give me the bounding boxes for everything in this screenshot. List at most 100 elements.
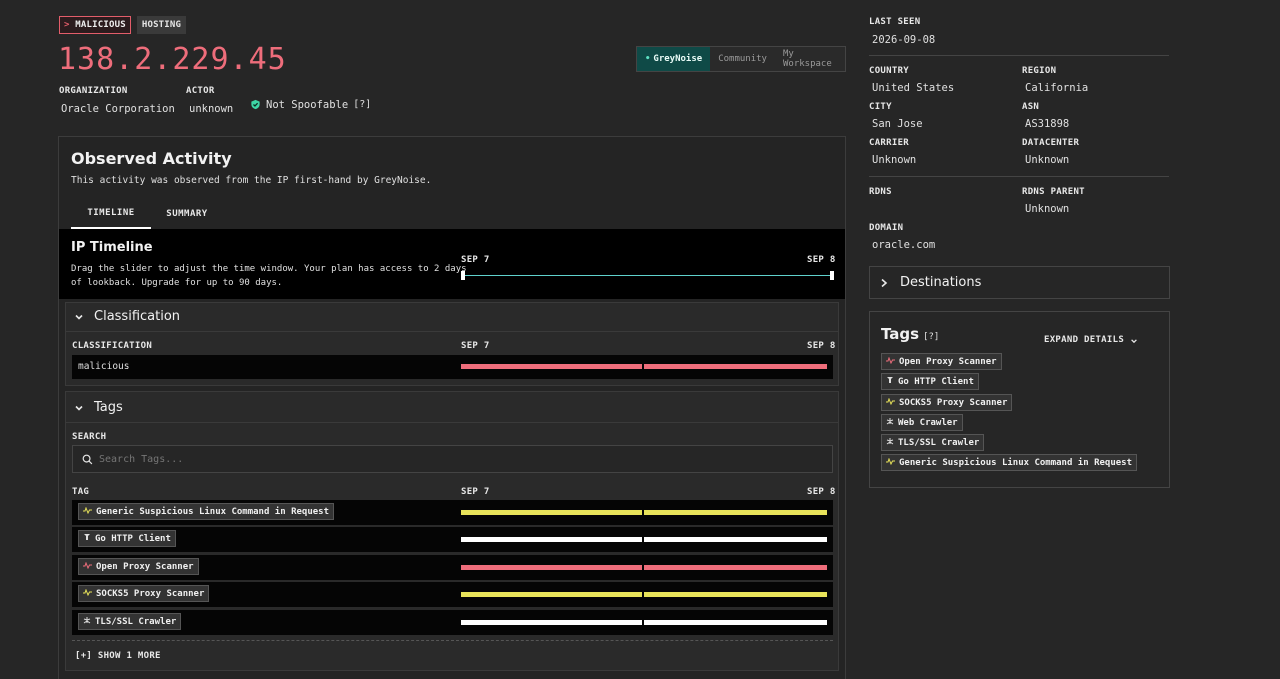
spider-icon xyxy=(83,616,91,627)
tag-chip[interactable]: Go HTTP Client xyxy=(881,373,979,390)
show-more-button[interactable]: [+] SHOW 1 MORE xyxy=(75,651,161,661)
divider xyxy=(72,640,833,641)
tag-chip[interactable]: SOCKS5 Proxy Scanner xyxy=(881,394,1013,411)
timeline-slider-start-handle[interactable] xyxy=(461,271,465,280)
spoofable-status: Not Spoofable [?] xyxy=(250,95,371,114)
datacenter-label: DATACENTER xyxy=(1022,138,1080,148)
carrier-value: Unknown xyxy=(872,154,917,166)
domain-value: oracle.com xyxy=(872,239,936,251)
tag-bar xyxy=(461,565,642,570)
classification-badges: > MALICIOUS HOSTING xyxy=(59,16,187,34)
asn-label: ASN xyxy=(1022,102,1040,112)
tags-header[interactable]: Tags xyxy=(65,393,839,423)
tag-chip[interactable]: Generic Suspicious Linux Command in Requ… xyxy=(78,503,334,520)
spider-icon xyxy=(886,437,894,448)
tag-chip[interactable]: Open Proxy Scanner xyxy=(78,558,199,575)
timeline-slider-track[interactable] xyxy=(463,275,832,276)
tag-bar xyxy=(644,592,827,597)
expand-details-button[interactable]: EXPAND DETAILS xyxy=(1044,330,1138,349)
tag-bar xyxy=(461,592,642,597)
malicious-badge: > MALICIOUS xyxy=(59,16,131,34)
activity-icon xyxy=(83,506,92,517)
tags-search-label: SEARCH xyxy=(72,432,107,442)
country-label: COUNTRY xyxy=(869,66,910,76)
organization-label: ORGANIZATION xyxy=(59,86,128,96)
chevron-down-icon xyxy=(1130,330,1138,349)
country-value: United States xyxy=(872,82,955,94)
observed-activity-title: Observed Activity xyxy=(71,149,232,168)
chevron-down-icon xyxy=(74,398,84,417)
chevron-right-icon xyxy=(880,273,888,292)
spoofable-label: Not Spoofable xyxy=(266,98,349,111)
tags-end-label: SEP 8 xyxy=(807,487,836,497)
carrier-label: CARRIER xyxy=(869,138,910,148)
last-seen-value: 2026-09-08 xyxy=(872,34,936,46)
search-icon xyxy=(82,450,93,469)
spider-icon xyxy=(886,417,894,428)
tag-chip[interactable]: Generic Suspicious Linux Command in Requ… xyxy=(881,454,1137,471)
tab-summary[interactable]: SUMMARY xyxy=(151,199,223,229)
asn-value: AS31898 xyxy=(1025,118,1070,130)
rdns-parent-label: RDNS PARENT xyxy=(1022,187,1085,197)
last-seen-label: LAST SEEN xyxy=(869,17,921,27)
tab-timeline[interactable]: TIMELINE xyxy=(71,199,151,229)
classification-value: malicious xyxy=(78,361,130,372)
ip-timeline-description: Drag the slider to adjust the time windo… xyxy=(71,264,467,288)
tag-chip[interactable]: Web Crawler xyxy=(881,414,963,431)
tag-bar xyxy=(644,537,827,542)
source-community[interactable]: Community xyxy=(710,47,775,71)
timeline-start-label: SEP 7 xyxy=(461,255,490,265)
tag-bar xyxy=(461,510,642,515)
right-tags-title: Tags xyxy=(881,325,920,343)
rdns-parent-value: Unknown xyxy=(1025,203,1070,215)
classification-bar-day1 xyxy=(461,364,642,369)
destinations-accordion[interactable]: Destinations xyxy=(869,266,1170,299)
timeline-end-label: SEP 8 xyxy=(807,255,836,265)
source-toggle: • GreyNoise Community My Workspace xyxy=(636,46,846,72)
classification-end-label: SEP 8 xyxy=(807,341,836,351)
classification-column-label: CLASSIFICATION xyxy=(72,341,153,351)
tool-icon xyxy=(83,533,91,544)
tag-chip[interactable]: TLS/SSL Crawler xyxy=(78,613,182,630)
hosting-badge: HOSTING xyxy=(136,16,187,34)
pulse-icon xyxy=(886,356,895,367)
source-greynoise[interactable]: • GreyNoise xyxy=(637,47,711,71)
activity-icon xyxy=(886,457,895,468)
classification-start-label: SEP 7 xyxy=(461,341,490,351)
classification-header[interactable]: Classification xyxy=(65,302,839,332)
classification-title: Classification xyxy=(94,309,181,324)
tags-search-box xyxy=(72,445,833,473)
organization-value: Oracle Corporation xyxy=(61,103,175,115)
activity-icon xyxy=(83,588,92,599)
tag-chip[interactable]: Open Proxy Scanner xyxy=(881,353,1002,370)
tags-start-label: SEP 7 xyxy=(461,487,490,497)
rdns-label: RDNS xyxy=(869,187,892,197)
classification-bar-day2 xyxy=(644,364,827,369)
right-tags-help[interactable]: [?] xyxy=(923,332,939,342)
tag-bar xyxy=(461,620,642,625)
tags-column-label: TAG xyxy=(72,487,90,497)
spoofable-help[interactable]: [?] xyxy=(353,99,371,110)
ip-address: 138.2.229.45 xyxy=(58,42,287,77)
datacenter-value: Unknown xyxy=(1025,154,1070,166)
tag-bar xyxy=(644,510,827,515)
timeline-slider-end-handle[interactable] xyxy=(830,271,834,280)
activity-icon xyxy=(886,397,895,408)
shield-check-icon xyxy=(250,95,261,114)
source-my-workspace[interactable]: My Workspace xyxy=(775,47,845,71)
tag-bar xyxy=(461,537,642,542)
region-value: California xyxy=(1025,82,1089,94)
tag-chip[interactable]: SOCKS5 Proxy Scanner xyxy=(78,585,210,602)
tag-chip[interactable]: Go HTTP Client xyxy=(78,530,176,547)
divider xyxy=(869,176,1169,177)
tags-search-input[interactable] xyxy=(99,453,799,465)
observed-activity-subtitle: This activity was observed from the IP f… xyxy=(71,175,432,186)
tags-title: Tags xyxy=(94,400,123,415)
tag-chip[interactable]: TLS/SSL Crawler xyxy=(881,434,985,451)
ip-timeline-title: IP Timeline xyxy=(71,240,153,255)
tool-icon xyxy=(886,376,894,387)
region-label: REGION xyxy=(1022,66,1057,76)
divider xyxy=(869,55,1169,56)
tag-bar xyxy=(644,565,827,570)
actor-label: ACTOR xyxy=(186,86,215,96)
